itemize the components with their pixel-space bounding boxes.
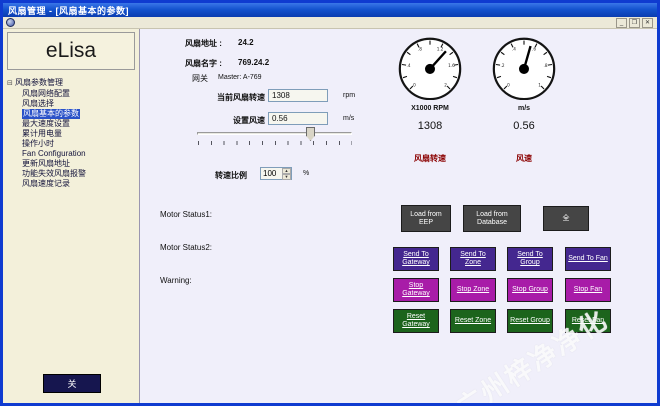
ratio-unit: % [303, 170, 309, 177]
rpm-gauge: 0 .4 .8 1.2 1.6 2 [398, 36, 462, 100]
current-speed-label: 当前风扇转速 [180, 92, 265, 103]
rpm-gauge-value: 1308 [398, 120, 462, 132]
nav-tree: ⊟风扇参数管理 风扇网络配置 风扇选择 风扇基本的参数 最大速度设置 累计用电量… [3, 73, 139, 189]
svg-text:.2: .2 [501, 63, 505, 68]
set-speed-unit: m/s [343, 115, 354, 122]
stop-fan-button[interactable]: Stop Fan [565, 278, 611, 302]
stop-group-button[interactable]: Stop Group [507, 278, 553, 302]
fan-name-label: 风扇名字 : [185, 58, 222, 69]
rpm-gauge-caption: 风扇转速 [398, 153, 462, 164]
tree-item-operating-hours[interactable]: 操作小时 [7, 139, 137, 149]
app-icon [6, 18, 15, 27]
reset-group-button[interactable]: Reset Group [507, 309, 553, 333]
motor-status2-label: Motor Status2: [160, 243, 212, 252]
warning-label: Warning: [160, 276, 192, 285]
svg-text:1.2: 1.2 [437, 47, 444, 52]
current-speed-input[interactable] [268, 89, 328, 102]
gauge-hub [425, 64, 435, 74]
app-window: 风扇管理 - [风扇基本的参数] _ ❐ ✕ eLisa ⊟风扇参数管理 风扇网… [0, 0, 660, 406]
ratio-spinner[interactable]: ▲ ▼ [260, 167, 292, 180]
all-button[interactable]: 全 [543, 206, 589, 231]
svg-text:0: 0 [507, 82, 510, 87]
airspeed-gauge: 0 .2 .4 .6 .8 1 [492, 36, 556, 100]
set-speed-label: 设置风速 [180, 115, 265, 126]
tree-item-fan-network[interactable]: 风扇网络配置 [7, 89, 137, 99]
tree-item-fan-basic-params[interactable]: 风扇基本的参数 [7, 109, 137, 119]
tree-item-power-total[interactable]: 累计用电量 [7, 129, 137, 139]
motor-status1-label: Motor Status1: [160, 210, 212, 219]
gateway-label: 网关 [192, 73, 208, 84]
fan-address-value: 24.2 [238, 38, 254, 47]
mdi-window-controls: _ ❐ ✕ [616, 18, 653, 28]
svg-text:.8: .8 [543, 63, 547, 68]
tree-item-fan-failure-alarm[interactable]: 功能失效风扇报警 [7, 169, 137, 179]
main-panel: 风扇地址 : 24.2 风扇名字 : 769.24.2 网关 Master: A… [140, 29, 657, 403]
svg-text:.6: .6 [532, 47, 536, 52]
gateway-master-value: Master: A-769 [218, 74, 262, 81]
ratio-spinner-arrows: ▲ ▼ [282, 168, 291, 179]
collapse-icon[interactable]: ⊟ [7, 79, 15, 89]
title-bar: 风扇管理 - [风扇基本的参数] [3, 3, 657, 17]
svg-text:.4: .4 [407, 63, 411, 68]
sidebar-close-button[interactable]: 关 [43, 374, 101, 393]
stop-gateway-button[interactable]: Stop Gateway [393, 278, 439, 302]
load-from-eep-button[interactable]: Load from EEP [401, 205, 451, 232]
send-to-fan-button[interactable]: Send To Fan [565, 247, 611, 271]
reset-fan-button[interactable]: Reset Fan [565, 309, 611, 333]
current-speed-unit: rpm [343, 92, 355, 99]
stop-zone-button[interactable]: Stop Zone [450, 278, 496, 302]
speed-slider-ticks [198, 141, 352, 145]
fan-name-value: 769.24.2 [238, 58, 269, 67]
tree-root[interactable]: ⊟风扇参数管理 [7, 78, 137, 89]
tree-item-update-address[interactable]: 更新风扇地址 [7, 159, 137, 169]
toolbar: _ ❐ ✕ [3, 17, 657, 29]
load-from-database-button[interactable]: Load from Database [463, 205, 521, 232]
tree-item-fan-configuration[interactable]: Fan Configuration [7, 149, 137, 159]
ratio-label: 转速比例 [180, 170, 247, 181]
spinner-down-icon[interactable]: ▼ [282, 174, 291, 180]
svg-text:.8: .8 [418, 47, 422, 52]
send-to-gateway-button[interactable]: Send To Gateway [393, 247, 439, 271]
tree-root-label: 风扇参数管理 [15, 78, 63, 87]
gauge-hub [519, 64, 529, 74]
sidebar: eLisa ⊟风扇参数管理 风扇网络配置 风扇选择 风扇基本的参数 最大速度设置… [3, 29, 140, 403]
svg-text:1.6: 1.6 [448, 63, 455, 68]
svg-text:1: 1 [538, 82, 541, 87]
tree-item-fan-select[interactable]: 风扇选择 [7, 99, 137, 109]
minimize-button[interactable]: _ [616, 18, 627, 28]
ratio-input[interactable] [261, 168, 282, 179]
set-speed-input[interactable] [268, 112, 328, 125]
reset-zone-button[interactable]: Reset Zone [450, 309, 496, 333]
svg-text:.4: .4 [512, 47, 516, 52]
reset-gateway-button[interactable]: Reset Gateway [393, 309, 439, 333]
airspeed-gauge-value: 0.56 [492, 120, 556, 132]
send-to-group-button[interactable]: Send To Group [507, 247, 553, 271]
elisa-logo: eLisa [7, 32, 135, 70]
window-title: 风扇管理 - [风扇基本的参数] [8, 4, 129, 17]
rpm-gauge-scale-label: X1000 RPM [398, 105, 462, 112]
close-window-button[interactable]: ✕ [642, 18, 653, 28]
svg-text:0: 0 [413, 82, 416, 87]
tree-item-max-speed[interactable]: 最大速度设置 [7, 119, 137, 129]
fan-address-label: 风扇地址 : [185, 38, 222, 49]
airspeed-gauge-caption: 风速 [492, 153, 556, 164]
content-area: eLisa ⊟风扇参数管理 风扇网络配置 风扇选择 风扇基本的参数 最大速度设置… [3, 29, 657, 403]
speed-slider-thumb[interactable] [306, 127, 315, 141]
airspeed-gauge-scale-label: m/s [492, 105, 556, 112]
speed-slider[interactable] [197, 132, 352, 135]
tree-item-speed-record[interactable]: 风扇速度记录 [7, 179, 137, 189]
restore-button[interactable]: ❐ [629, 18, 640, 28]
send-to-zone-button[interactable]: Send To Zone [450, 247, 496, 271]
svg-text:2: 2 [444, 82, 447, 87]
